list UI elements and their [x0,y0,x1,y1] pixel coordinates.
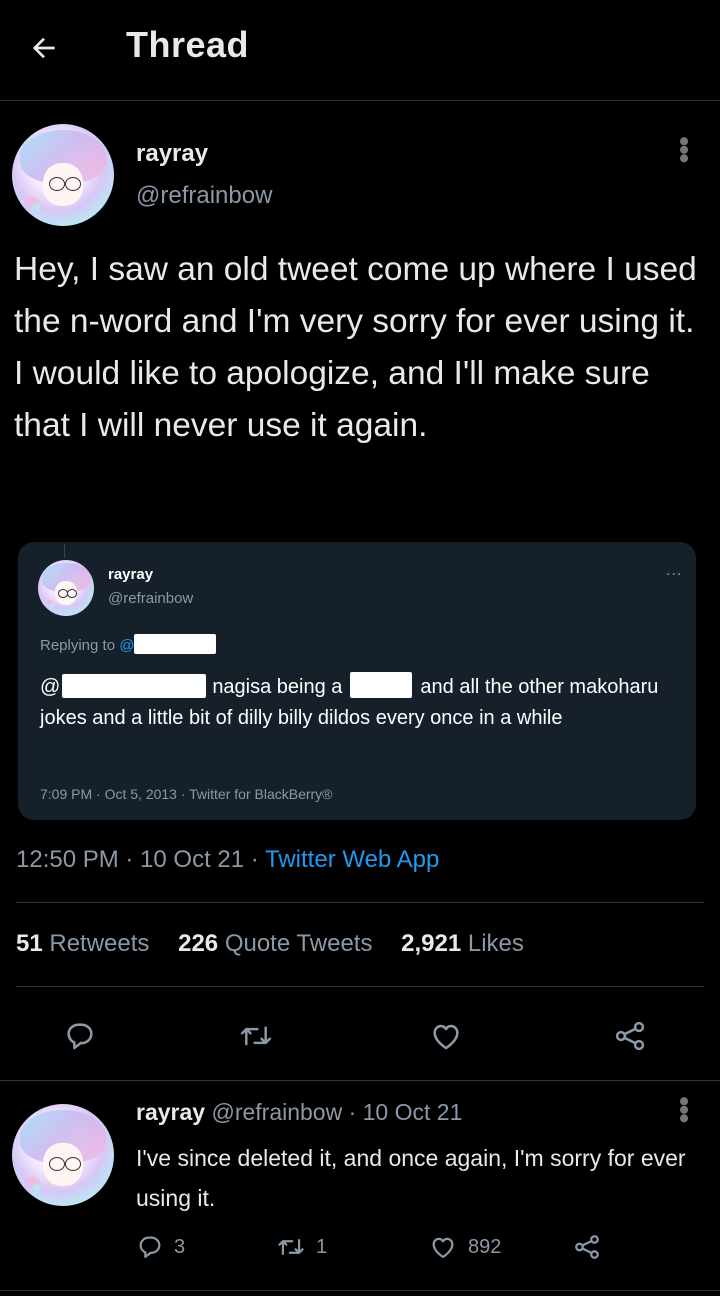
author-handle[interactable]: @refrainbow [136,182,272,210]
retweets-count: 51 [16,930,43,957]
retweet-count: 1 [316,1235,328,1258]
quotes-label: Quote Tweets [224,930,373,957]
page-title: Thread [126,24,250,65]
embedded-author-name: rayray [108,566,154,583]
tweet-text: Hey, I saw an old tweet come up where I … [14,251,697,444]
reply-reply-button[interactable]: 3 [136,1230,185,1264]
retweets-stat[interactable]: 51 Retweets [16,930,149,957]
share-icon [575,1235,599,1259]
like-button[interactable] [420,1012,472,1060]
divider [0,1080,720,1081]
reply-like-button[interactable]: 892 [428,1230,501,1264]
replying-to-label: Replying to [40,637,120,654]
embedded-more-icon: ... [666,562,683,579]
redaction-box [62,674,207,698]
share-icon [615,1021,645,1051]
embedded-author-handle: @refrainbow [108,590,194,607]
back-button[interactable] [22,26,66,70]
reply-count: 3 [174,1235,186,1258]
reply-handle-date[interactable]: @refrainbow · 10 Oct 21 [211,1099,462,1125]
quotes-count: 226 [178,930,219,957]
retweet-icon [278,1238,304,1256]
quote-tweets-stat[interactable]: 226 Quote Tweets [178,930,372,957]
tweet-timestamp: 12:50 PM · 10 Oct 21 · Twitter Web App [16,846,439,874]
embedded-timestamp: 7:09 PM · Oct 5, 2013 · Twitter for Blac… [40,786,333,802]
top-bar: Thread [0,0,720,101]
reply-text: I've since deleted it, and once again, I… [136,1145,686,1211]
like-count: 892 [468,1235,502,1258]
thread-line [64,544,65,558]
divider [16,986,704,987]
retweet-icon [240,1026,272,1046]
author-name[interactable]: rayray [136,140,208,168]
reply-button[interactable] [56,1012,104,1060]
reply-more-options-icon[interactable]: ••• [667,1096,700,1122]
reply-icon [139,1236,161,1259]
divider [16,902,704,903]
likes-stat[interactable]: 2,921 Likes [401,930,524,957]
reply-icon [67,1023,93,1050]
retweets-label: Retweets [49,930,150,957]
reply-avatar[interactable] [12,1104,114,1206]
reply-retweet-button[interactable]: 1 [276,1230,327,1264]
arrow-left-icon [32,37,55,59]
redaction-box [350,672,413,698]
divider [0,1290,720,1291]
redaction-box [134,634,217,654]
source-link[interactable]: Twitter Web App [265,846,439,873]
replying-to-mention: @ [119,637,135,654]
like-icon [433,1024,459,1050]
likes-label: Likes [467,930,524,957]
embedded-text-mention: @ [40,676,61,698]
embedded-replying-to: Replying to @ [40,634,217,654]
reply-author-name[interactable]: rayray [136,1099,205,1125]
embedded-tweet-text: @ nagisa being a and all the other makohar… [40,672,688,734]
share-button[interactable] [604,1012,656,1060]
reply-header: rayray @refrainbow · 10 Oct 21 [136,1099,462,1126]
reply-share-button[interactable] [572,1230,602,1264]
avatar[interactable] [12,124,114,226]
embedded-text-mid: nagisa being a [212,676,343,698]
embedded-avatar [38,560,94,616]
timestamp-text[interactable]: 12:50 PM · 10 Oct 21 · [16,846,265,873]
likes-count: 2,921 [401,930,462,957]
more-options-icon[interactable]: ••• [667,136,700,162]
engagement-stats: 51 Retweets 226 Quote Tweets 2,921 Likes [16,930,546,958]
like-icon [432,1237,454,1259]
retweet-button[interactable] [230,1012,282,1060]
